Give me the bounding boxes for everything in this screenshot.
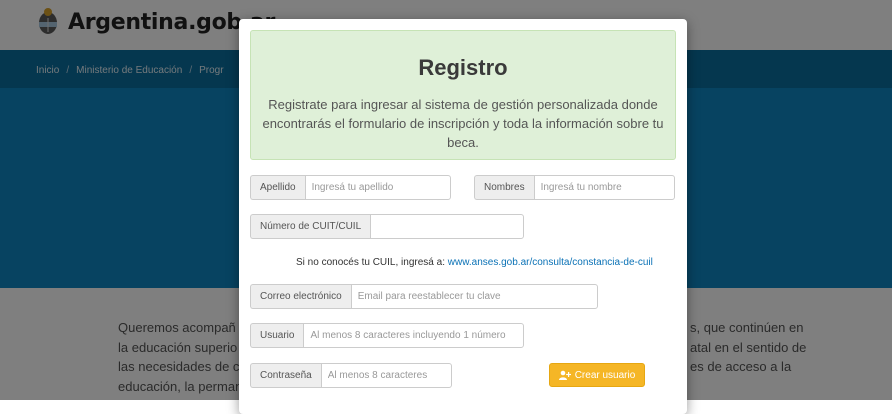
anses-cuil-link[interactable]: www.anses.gob.ar/consulta/constancia-de-… <box>448 257 653 268</box>
crear-usuario-label: Crear usuario <box>574 369 636 381</box>
user-plus-icon <box>558 370 571 380</box>
nombres-group: Nombres <box>474 175 675 200</box>
email-group: Correo electrónico <box>250 284 598 309</box>
email-label: Correo electrónico <box>250 284 351 309</box>
contrasena-group: Contraseña <box>250 363 452 388</box>
cuit-input[interactable] <box>370 214 525 239</box>
nombres-input[interactable] <box>533 175 675 200</box>
nombres-label: Nombres <box>474 175 534 200</box>
usuario-input[interactable] <box>303 323 525 348</box>
registration-header: Registro Registrate para ingresar al sis… <box>250 30 676 160</box>
usuario-label: Usuario <box>250 323 304 348</box>
modal-title: Registro <box>418 55 508 80</box>
cuit-label: Número de CUIT/CUIL <box>250 214 371 239</box>
apellido-label: Apellido <box>250 175 305 200</box>
cuil-help-text: Si no conocés tu CUIL, ingresá a: www.an… <box>296 257 653 268</box>
apellido-input[interactable] <box>304 175 451 200</box>
cuil-help-label: Si no conocés tu CUIL, ingresá a: <box>296 257 448 268</box>
email-input[interactable] <box>350 284 598 309</box>
apellido-group: Apellido <box>250 175 451 200</box>
crear-usuario-button[interactable]: Crear usuario <box>549 363 645 387</box>
usuario-group: Usuario <box>250 323 525 348</box>
modal-description: Registrate para ingresar al sistema de g… <box>262 97 664 150</box>
contrasena-label: Contraseña <box>250 363 321 388</box>
registration-modal: Registro Registrate para ingresar al sis… <box>239 19 687 414</box>
cuit-group: Número de CUIT/CUIL <box>250 214 525 239</box>
contrasena-input[interactable] <box>320 363 452 388</box>
